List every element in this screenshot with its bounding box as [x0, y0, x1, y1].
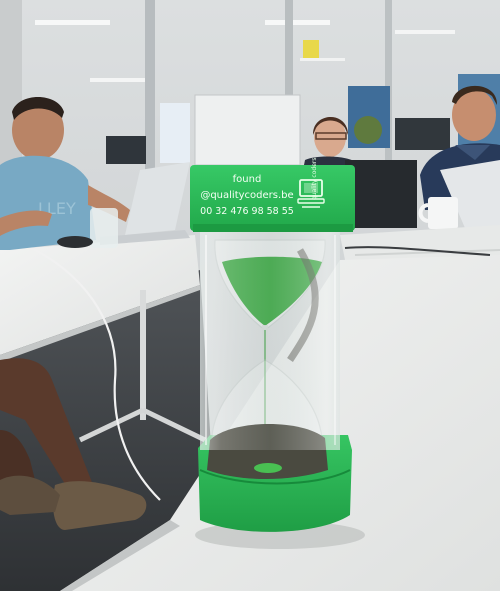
table-leg — [140, 290, 146, 420]
ceiling-light — [265, 20, 330, 25]
window-frame — [145, 0, 155, 175]
label-line-found: found — [232, 174, 262, 185]
ceiling-light — [395, 30, 455, 34]
coffee-mug — [428, 197, 458, 229]
plant — [354, 116, 382, 144]
whiteboard — [195, 95, 300, 165]
office-photo: LLEY found @qualitycoders.be 00 32 476 9… — [0, 0, 500, 591]
sticky-note — [303, 40, 319, 58]
label-line-phone: 00 32 476 98 58 55 — [200, 206, 294, 217]
hourglass-label: found @qualitycoders.be 00 32 476 98 58 … — [197, 172, 297, 226]
wall-monitor — [395, 118, 450, 150]
wall-monitor — [106, 136, 146, 164]
ceiling-light — [35, 20, 110, 25]
laptop — [345, 160, 417, 228]
ceiling-light — [300, 58, 345, 61]
label-line-handle: @qualitycoders.be — [200, 190, 294, 201]
mouse — [57, 236, 93, 248]
label-side-text: quality coders — [311, 157, 318, 201]
window — [160, 103, 190, 163]
glass-cup — [90, 208, 118, 248]
ceiling-light — [90, 78, 145, 82]
photo-svg: LLEY — [0, 0, 500, 591]
